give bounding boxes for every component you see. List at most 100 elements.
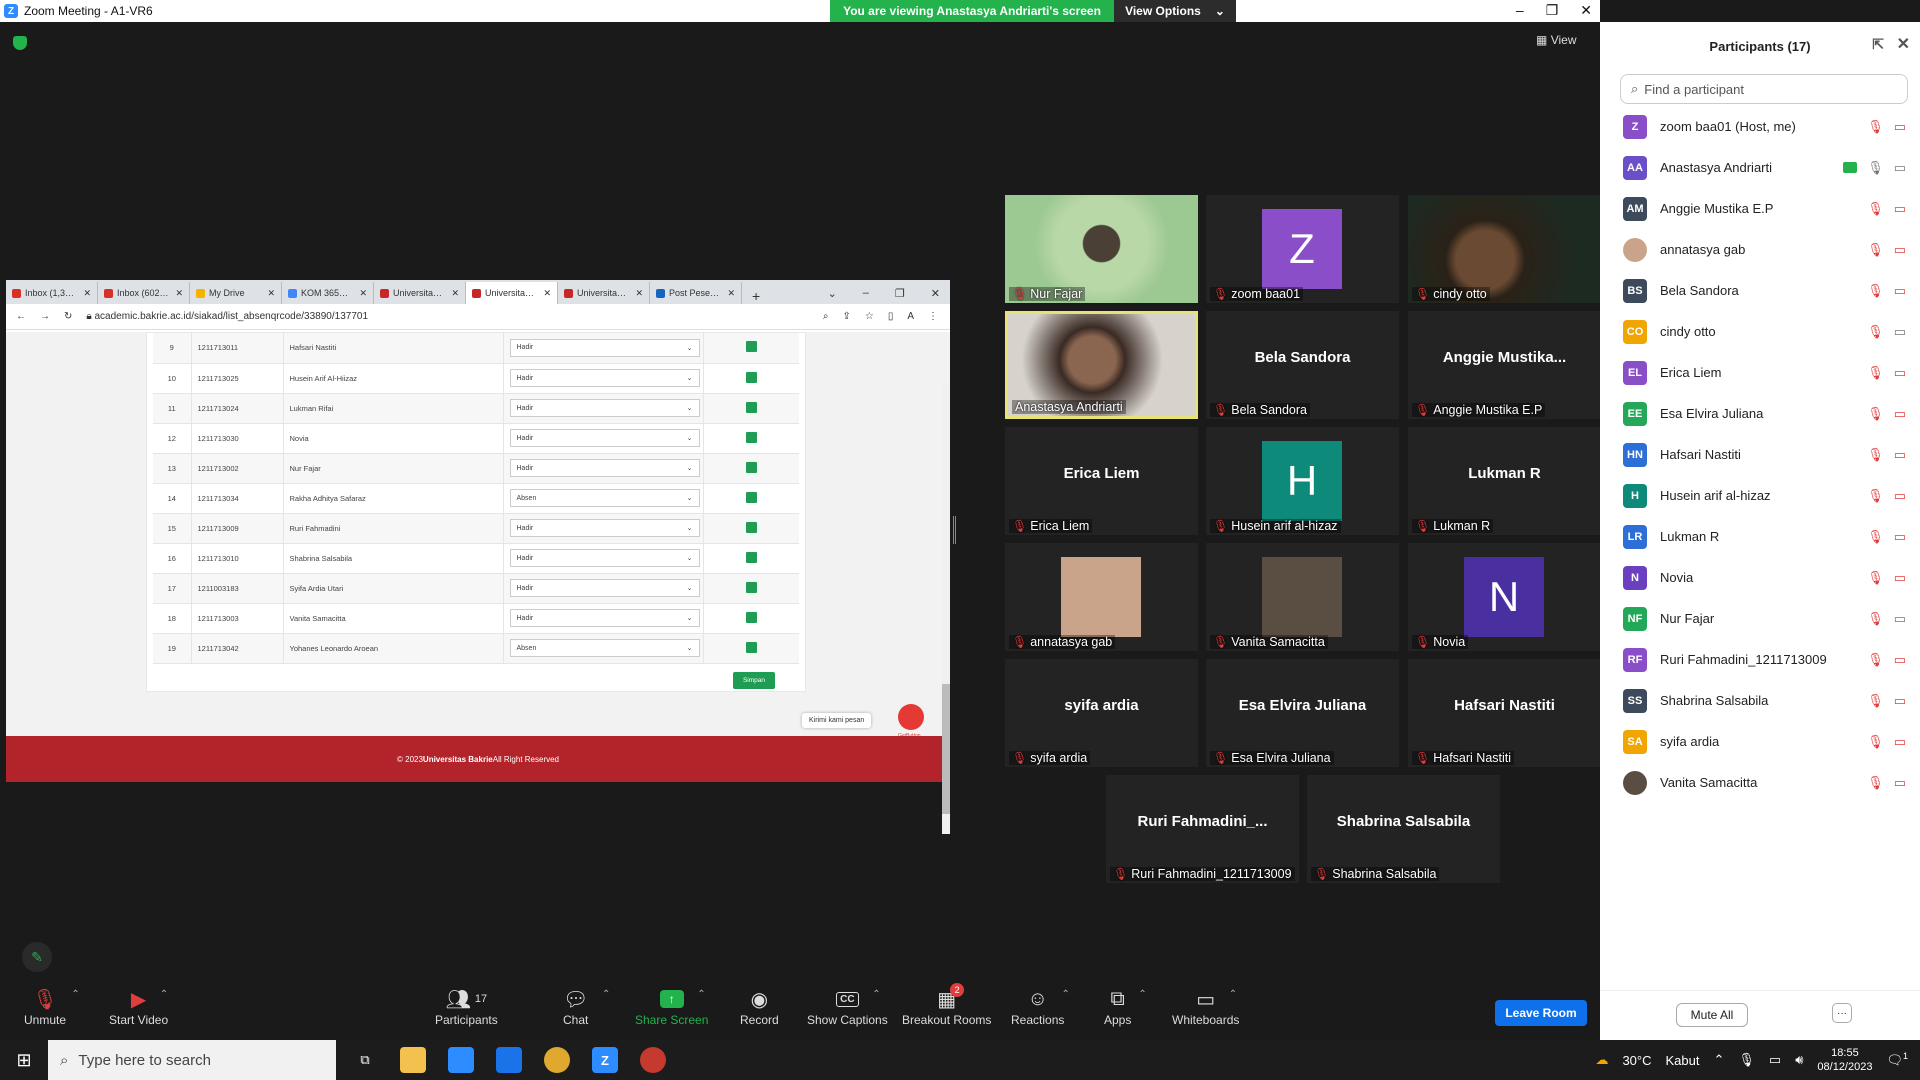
video-options-caret[interactable]: ⌃ xyxy=(160,989,168,1000)
status-select[interactable]: Hadir ⌄ xyxy=(509,429,700,447)
file-explorer-icon[interactable] xyxy=(400,1047,426,1073)
participant-row[interactable]: LR Lukman R 🎙︎ ▭ xyxy=(1600,516,1920,557)
video-tile[interactable]: Anastasya Andriarti xyxy=(1005,311,1198,419)
participant-row[interactable]: SS Shabrina Salsabila 🎙︎ ▭ xyxy=(1600,680,1920,721)
menu-icon[interactable]: ⋮ xyxy=(928,311,938,322)
video-tile[interactable]: Hafsari Nastiti 🎙︎ Hafsari Nastiti xyxy=(1408,659,1601,767)
participant-row[interactable]: annatasya gab 🎙︎ ▭ xyxy=(1600,229,1920,270)
mic-tray-icon[interactable]: 🎙︎ xyxy=(1738,1052,1755,1068)
reactions-options-caret[interactable]: ⌃ xyxy=(1062,989,1070,1000)
status-select[interactable]: Hadir ⌄ xyxy=(509,369,700,387)
start-video-button[interactable]: ▶︎ ⌃ Start Video xyxy=(109,985,168,1028)
video-tile[interactable]: N 🎙︎ Novia xyxy=(1408,543,1601,651)
taskbar-search-box[interactable]: ⌕ Type here to search xyxy=(48,1040,336,1080)
participant-row[interactable]: AM Anggie Mustika E.P 🎙︎ ▭ xyxy=(1600,188,1920,229)
chrome-icon[interactable] xyxy=(544,1047,570,1073)
close-window-icon[interactable]: ✕ xyxy=(1580,0,1592,20)
video-tile[interactable]: 🎙︎ cindy otto xyxy=(1408,195,1601,303)
tab-close-icon[interactable]: ✕ xyxy=(451,288,459,299)
video-tile[interactable]: Z 🎙︎ zoom baa01 xyxy=(1206,195,1399,303)
save-row-icon[interactable] xyxy=(745,611,757,623)
audio-options-caret[interactable]: ⌃ xyxy=(71,989,79,1000)
browser-tab[interactable]: Universita… ✕ xyxy=(558,282,650,304)
save-row-icon[interactable] xyxy=(745,641,757,653)
view-button[interactable]: ▦ View xyxy=(1536,33,1576,47)
leave-room-button[interactable]: Leave Room xyxy=(1495,1000,1587,1026)
weather-icon[interactable]: ☁ xyxy=(1595,1052,1608,1068)
reload-icon[interactable]: ↻ xyxy=(64,311,72,322)
browser-tab[interactable]: My Drive ✕ xyxy=(190,282,282,304)
chat-widget-label[interactable]: Kirimi kami pesan xyxy=(802,713,872,728)
video-tile[interactable]: Bela Sandora 🎙︎ Bela Sandora xyxy=(1206,311,1399,419)
save-row-icon[interactable] xyxy=(745,491,757,503)
participant-row[interactable]: AA Anastasya Andriarti 🎙︎ ▭ xyxy=(1600,147,1920,188)
participant-row[interactable]: SA syifa ardia 🎙︎ ▭ xyxy=(1600,721,1920,762)
browser-tab[interactable]: Inbox (1,3… ✕ xyxy=(6,282,98,304)
page-scrollbar[interactable] xyxy=(942,384,950,834)
tab-close-icon[interactable]: ✕ xyxy=(543,288,551,299)
participant-row[interactable]: H Husein arif al-hizaz 🎙︎ ▭ xyxy=(1600,475,1920,516)
unmute-button[interactable]: 🎙︎ ⌃ Unmute xyxy=(24,985,80,1028)
video-tile[interactable]: Esa Elvira Juliana 🎙︎ Esa Elvira Juliana xyxy=(1206,659,1399,767)
new-tab-button[interactable]: + xyxy=(742,288,770,304)
tab-close-icon[interactable]: ✕ xyxy=(175,288,183,299)
whiteboard-options-caret[interactable]: ⌃ xyxy=(1229,989,1237,1000)
share-options-caret[interactable]: ⌃ xyxy=(697,989,705,1000)
share-screen-button[interactable]: ↑ ⌃ Share Screen xyxy=(635,985,708,1027)
network-icon[interactable]: ▭ xyxy=(1769,1052,1781,1068)
find-participant-input[interactable]: ⌕ Find a participant xyxy=(1620,74,1908,104)
notification-icon[interactable]: 🗨︎1 xyxy=(1886,1051,1908,1068)
status-select[interactable]: Hadir ⌄ xyxy=(509,549,700,567)
tray-chevron-icon[interactable]: ⌃ xyxy=(1713,1052,1724,1068)
status-select[interactable]: Hadir ⌄ xyxy=(509,459,700,477)
video-tile[interactable]: Ruri Fahmadini_... 🎙︎ Ruri Fahmadini_12117… xyxy=(1106,775,1299,883)
tab-close-icon[interactable]: ✕ xyxy=(359,288,367,299)
star-icon[interactable]: ☆ xyxy=(865,311,874,322)
reactions-button[interactable]: ☺ ⌃ Reactions xyxy=(1011,985,1070,1028)
browser-minimize-icon[interactable]: – xyxy=(863,287,869,299)
apps-options-caret[interactable]: ⌃ xyxy=(1138,989,1146,1000)
save-row-icon[interactable] xyxy=(745,461,757,473)
zoom-icon[interactable]: ⌕ xyxy=(823,311,829,322)
chat-widget-button[interactable] xyxy=(898,704,924,730)
save-row-icon[interactable] xyxy=(745,371,757,383)
video-tile[interactable]: 🎙︎ Vanita Samacitta xyxy=(1206,543,1399,651)
mute-all-button[interactable]: Mute All xyxy=(1676,1003,1748,1027)
breakout-rooms-button[interactable]: ▦ 2 Breakout Rooms xyxy=(902,983,991,1027)
tab-close-icon[interactable]: ✕ xyxy=(727,288,735,299)
store-icon[interactable] xyxy=(448,1047,474,1073)
clock[interactable]: 18:55 08/12/2023 xyxy=(1817,1046,1872,1074)
save-row-icon[interactable] xyxy=(745,341,757,353)
save-row-icon[interactable] xyxy=(745,581,757,593)
chrome-profile-icon[interactable] xyxy=(640,1047,666,1073)
browser-restore-icon[interactable]: ❐ xyxy=(895,287,905,300)
save-button[interactable]: Simpan xyxy=(733,672,775,689)
save-row-icon[interactable] xyxy=(745,551,757,563)
browser-tab[interactable]: Inbox (602… ✕ xyxy=(98,282,190,304)
video-tile[interactable]: Lukman R 🎙︎ Lukman R xyxy=(1408,427,1601,535)
participant-row[interactable]: RF Ruri Fahmadini_1211713009 🎙︎ ▭ xyxy=(1600,639,1920,680)
participant-row[interactable]: BS Bela Sandora 🎙︎ ▭ xyxy=(1600,270,1920,311)
split-resize-handle[interactable] xyxy=(953,516,956,544)
status-select[interactable]: Hadir ⌄ xyxy=(509,609,700,627)
tab-close-icon[interactable]: ✕ xyxy=(267,288,275,299)
video-tile[interactable]: syifa ardia 🎙︎ syifa ardia xyxy=(1005,659,1198,767)
browser-tab[interactable]: Universita… ✕ xyxy=(466,282,558,304)
participant-row[interactable]: EE Esa Elvira Juliana 🎙︎ ▭ xyxy=(1600,393,1920,434)
whiteboards-button[interactable]: ▭ ⌃ Whiteboards xyxy=(1172,985,1239,1028)
status-select[interactable]: Absen ⌄ xyxy=(509,639,700,657)
participants-button[interactable]: 👥︎ 17 Participants xyxy=(435,985,498,1028)
close-panel-icon[interactable]: ✕ xyxy=(1897,34,1910,54)
back-icon[interactable]: ← xyxy=(16,311,26,322)
more-options-button[interactable]: ··· xyxy=(1832,1003,1852,1023)
status-select[interactable]: Hadir ⌄ xyxy=(509,399,700,417)
share-icon[interactable]: ⇪ xyxy=(842,311,850,322)
apps-button[interactable]: ⧉ ⌃ Apps xyxy=(1104,985,1147,1028)
tab-close-icon[interactable]: ✕ xyxy=(83,288,91,299)
save-row-icon[interactable] xyxy=(745,431,757,443)
task-view-icon[interactable]: ⧉ xyxy=(352,1047,378,1073)
video-tile[interactable]: 🎙︎ Nur Fajar xyxy=(1005,195,1198,303)
scrollbar-thumb[interactable] xyxy=(942,684,950,814)
video-tile[interactable]: 🎙︎ annatasya gab xyxy=(1005,543,1198,651)
tab-close-icon[interactable]: ✕ xyxy=(635,288,643,299)
